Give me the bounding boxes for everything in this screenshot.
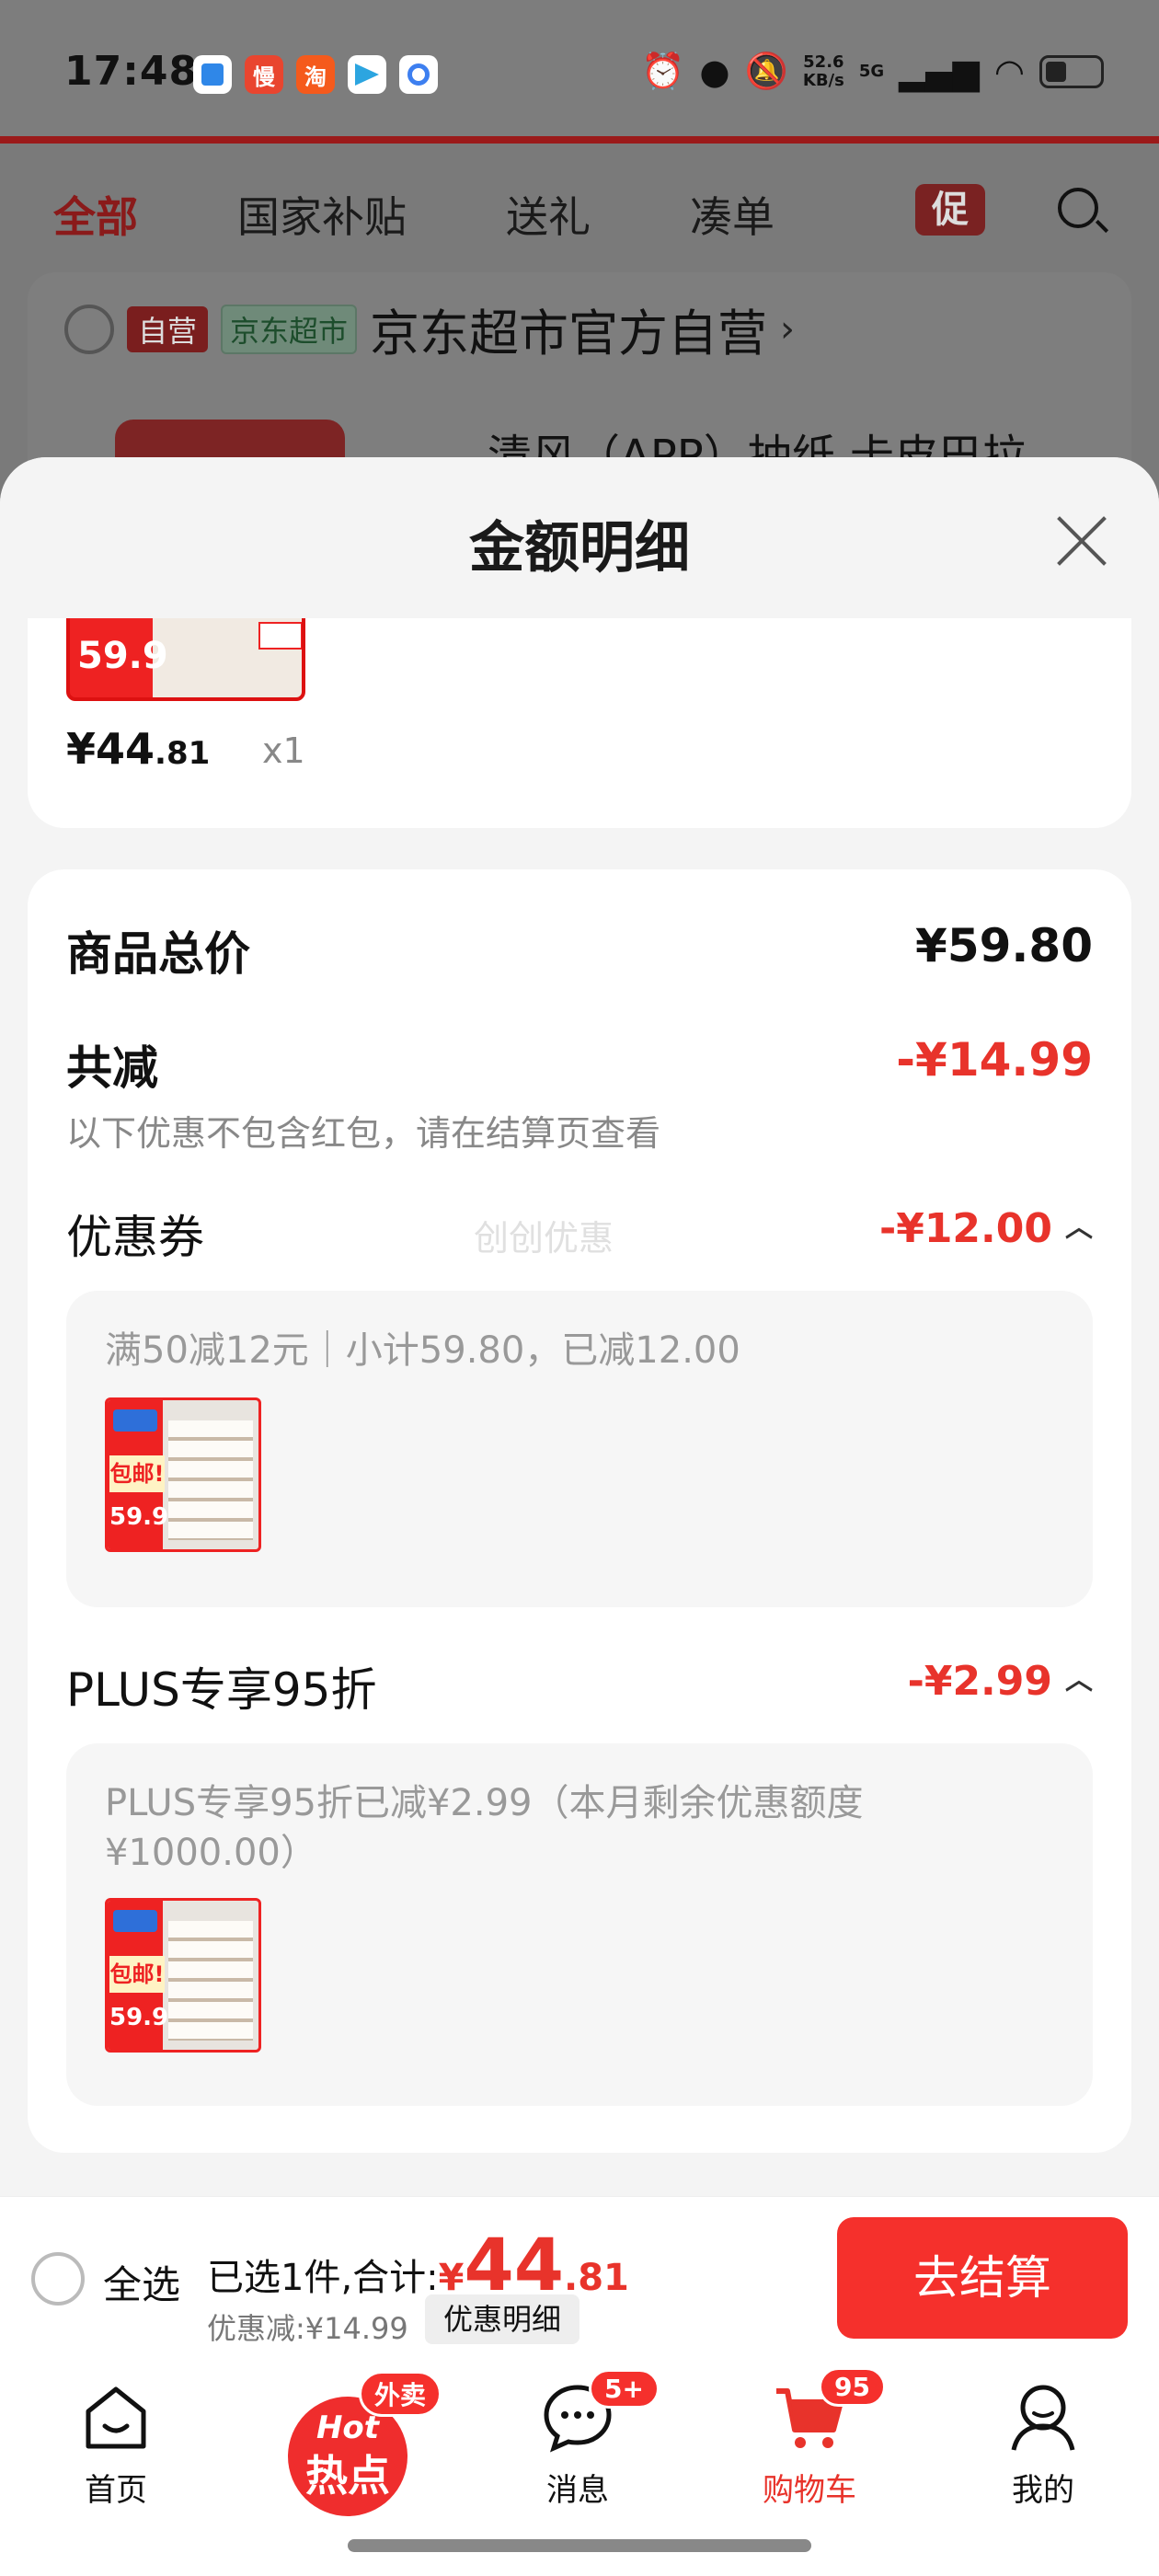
app-icon-blue bbox=[193, 55, 232, 94]
cart-badge: 95 bbox=[819, 2367, 886, 2407]
watermark: 创创优惠 bbox=[474, 1218, 614, 1259]
tab-add-on[interactable]: 凑单 bbox=[690, 184, 775, 245]
battery-icon bbox=[1039, 54, 1104, 88]
sheet-header: 金额明细 bbox=[0, 457, 1159, 618]
chevron-up-icon: ︿ bbox=[1065, 1212, 1093, 1244]
home-indicator[interactable] bbox=[348, 2539, 811, 2552]
reduce-note: 以下优惠不包含红包，请在结算页查看 bbox=[66, 1113, 661, 1154]
tab-gift[interactable]: 送礼 bbox=[506, 184, 591, 245]
net-speed: 52.6 KB/s bbox=[802, 52, 844, 90]
plus-product-thumbnail[interactable]: 包邮! 59.9 bbox=[105, 1898, 261, 2053]
total-price-value: ¥59.80 bbox=[915, 919, 1093, 972]
self-operated-tag: 自营 bbox=[127, 305, 209, 352]
jd-supermarket-tag: 京东超市 bbox=[221, 304, 358, 354]
store-name[interactable]: 京东超市官方自营 bbox=[370, 293, 767, 365]
coupon-product-thumbnail[interactable]: 包邮! 59.9 bbox=[105, 1397, 261, 1552]
plus-detail-box: PLUS专享95折已减¥2.99（本月剩余优惠额度¥1000.00） 包邮! 5… bbox=[66, 1743, 1093, 2106]
system-icons: ⏰ ● 🔕 52.6 KB/s 5G ▂▄▆ ◠ bbox=[641, 51, 1104, 92]
store-header: 自营 京东超市 京东超市官方自营 › bbox=[64, 293, 795, 365]
coupon-toggle[interactable]: -¥12.00 ︿ bbox=[879, 1204, 1093, 1252]
select-all-checkbox[interactable] bbox=[31, 2252, 85, 2306]
clock: 17:48 bbox=[64, 48, 199, 95]
home-icon bbox=[86, 2386, 146, 2449]
cart-filter-tabs: 全部 国家补贴 送礼 凑单 bbox=[53, 184, 874, 245]
coupon-detail-text: 满50减12元｜小计59.80，已减12.00 bbox=[105, 1329, 740, 1372]
plus-discount-value: -¥2.99 bbox=[907, 1658, 1052, 1705]
app-icon-telegram bbox=[348, 55, 386, 94]
discount-detail-button[interactable]: 优惠明细 bbox=[425, 2294, 580, 2344]
coupon-detail-box: 满50减12元｜小计59.80，已减12.00 包邮! 59.9 bbox=[66, 1291, 1093, 1607]
notification-app-icons: 慢 淘 bbox=[193, 55, 438, 94]
plus-detail-text: PLUS专享95折已减¥2.99（本月剩余优惠额度¥1000.00） bbox=[105, 1782, 864, 1874]
wifi-icon: ◠ bbox=[993, 51, 1025, 92]
alarm-icon: ⏰ bbox=[641, 51, 685, 91]
amount-details-sheet: 金额明细 59.9 ¥44.81 x1 商品总价 ¥59.80 共减 -¥14.… bbox=[0, 457, 1159, 2196]
network-type: 5G bbox=[858, 62, 885, 81]
user-icon bbox=[1011, 2385, 1075, 2451]
status-bar: 17:48 慢 淘 ⏰ ● 🔕 52.6 KB/s 5G ▂▄▆ ◠ bbox=[0, 0, 1159, 138]
header-divider bbox=[0, 136, 1159, 144]
chevron-up-icon: ︿ bbox=[1065, 1664, 1093, 1696]
total-reduce-value: -¥14.99 bbox=[896, 1033, 1093, 1087]
chevron-right-icon: › bbox=[780, 307, 796, 351]
background-cart-page: 全部 国家补贴 送礼 凑单 促 自营 京东超市 京东超市官方自营 › 清风（AP… bbox=[0, 144, 1159, 548]
tab-mine[interactable]: 我的 bbox=[951, 2378, 1135, 2510]
selected-count-text: 已选1件,合计: bbox=[207, 2257, 439, 2299]
signal-icon: ▂▄▆ bbox=[899, 51, 980, 92]
coupon-label: 优惠券 bbox=[66, 1211, 204, 1264]
checkout-button[interactable]: 去结算 bbox=[837, 2217, 1128, 2339]
item-price: ¥44.81 bbox=[66, 724, 211, 774]
mute-bell-icon: 🔕 bbox=[744, 51, 788, 91]
tab-national-subsidy[interactable]: 国家补贴 bbox=[237, 184, 407, 245]
tab-all[interactable]: 全部 bbox=[53, 184, 138, 245]
total-price-label: 商品总价 bbox=[66, 927, 250, 981]
total-reduce-label: 共减 bbox=[66, 1041, 158, 1095]
app-icon-taobao: 淘 bbox=[296, 55, 335, 94]
takeout-badge: 外卖 bbox=[359, 2371, 442, 2417]
plus-discount-toggle[interactable]: -¥2.99 ︿ bbox=[908, 1657, 1093, 1705]
select-all-label[interactable]: 全选 bbox=[103, 2254, 180, 2310]
price-summary-card: 商品总价 ¥59.80 共减 -¥14.99 以下优惠不包含红包，请在结算页查看… bbox=[28, 869, 1131, 2153]
item-quantity: x1 bbox=[262, 730, 305, 771]
search-icon[interactable] bbox=[1058, 188, 1098, 228]
store-checkbox[interactable] bbox=[64, 304, 114, 354]
app-icon-browser bbox=[399, 55, 438, 94]
item-card: 59.9 ¥44.81 x1 bbox=[28, 618, 1131, 828]
thumb-price: 59.9 bbox=[77, 635, 168, 677]
messages-badge: 5+ bbox=[589, 2369, 660, 2409]
coupon-value: -¥12.00 bbox=[878, 1205, 1052, 1252]
discount-text: 优惠减:¥14.99 bbox=[207, 2311, 408, 2346]
sheet-title: 金额明细 bbox=[469, 516, 690, 581]
plus-discount-label: PLUS专享95折 bbox=[66, 1663, 377, 1717]
close-icon[interactable] bbox=[1049, 508, 1113, 572]
app-icon-red-man: 慢 bbox=[245, 55, 283, 94]
tab-promo[interactable]: 促 bbox=[915, 184, 985, 236]
tab-home[interactable]: 首页 bbox=[24, 2378, 208, 2510]
location-icon: ● bbox=[699, 51, 730, 92]
checkout-bar: 全选 已选1件,合计:¥44.81 优惠减:¥14.99 优惠明细 去结算 bbox=[0, 2196, 1159, 2360]
item-thumbnail[interactable]: 59.9 bbox=[66, 618, 305, 701]
